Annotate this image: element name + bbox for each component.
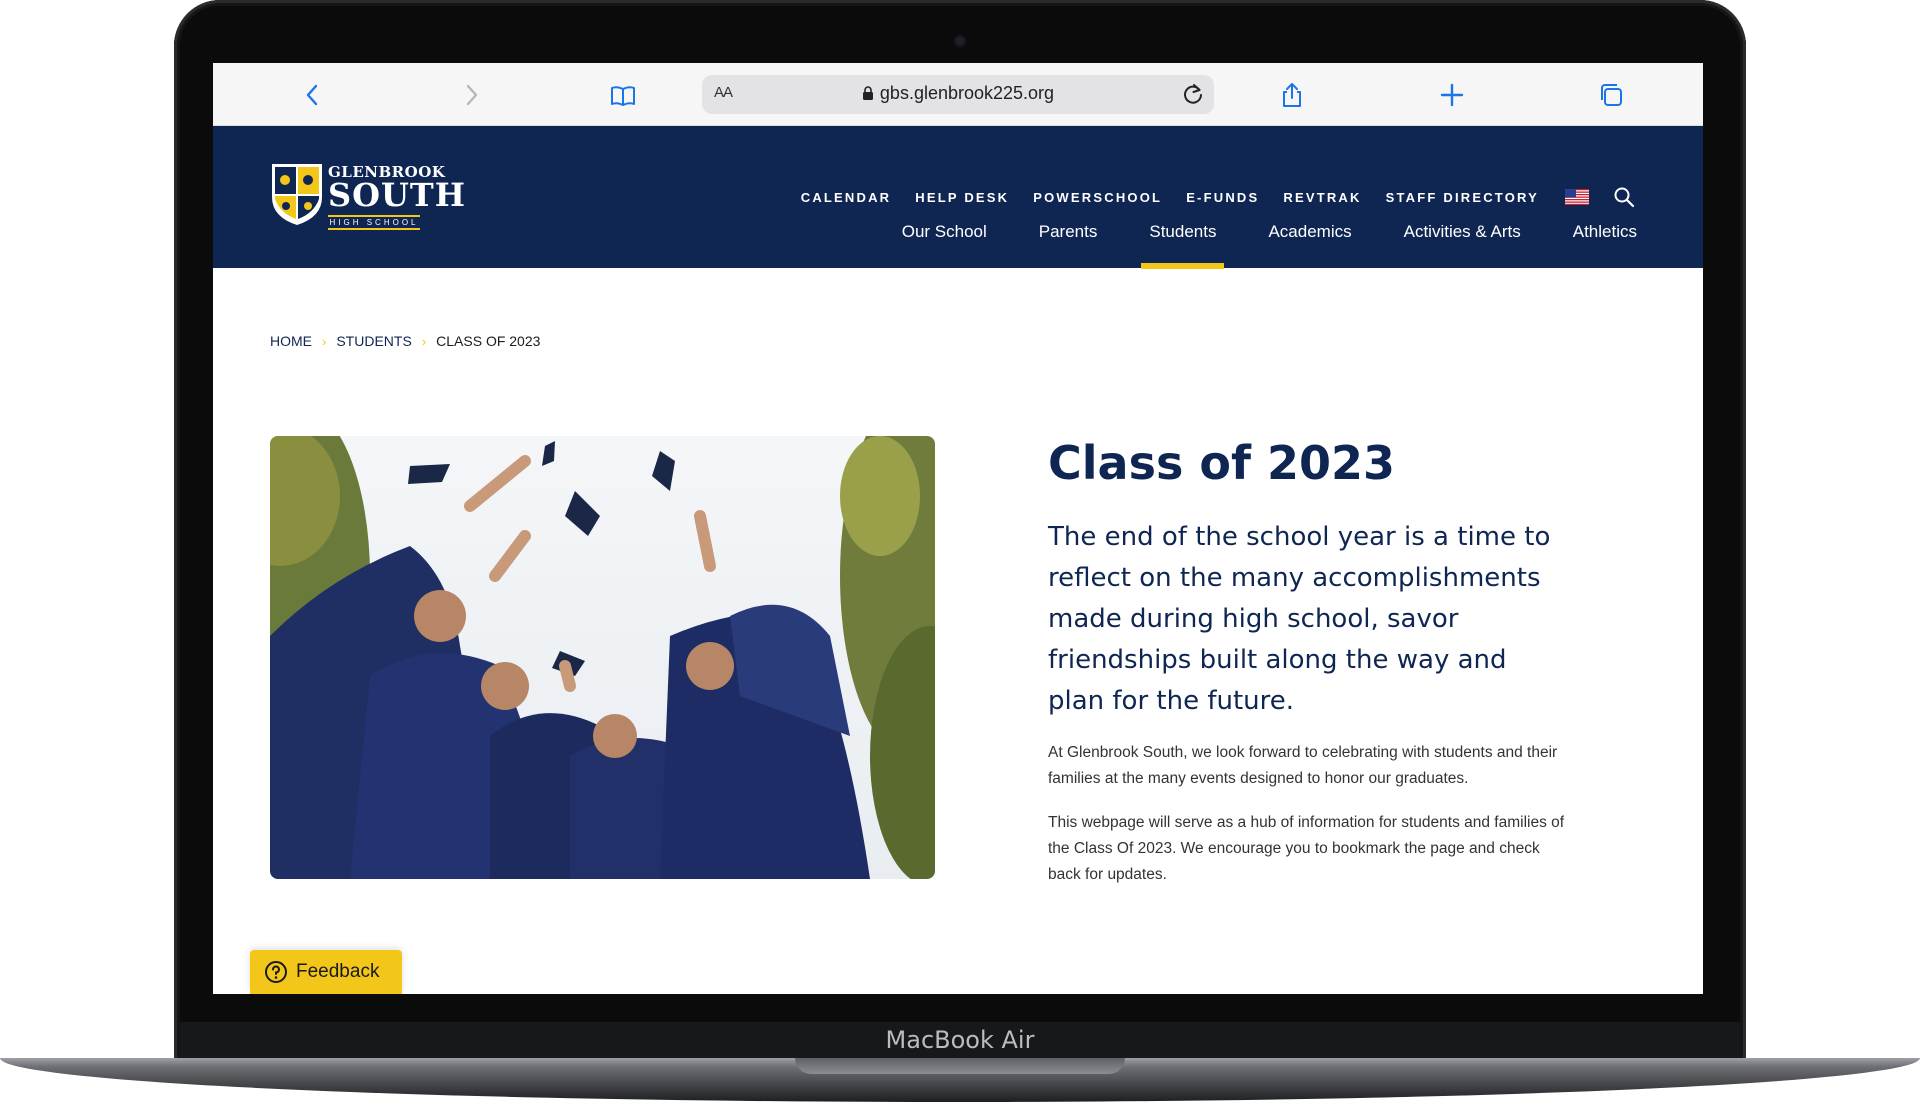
new-tab-icon[interactable]	[1434, 77, 1470, 113]
chevron-right-icon: ›	[421, 333, 427, 349]
breadcrumb-students[interactable]: STUDENTS	[336, 333, 411, 349]
nav-item-academics[interactable]: Academics	[1268, 222, 1351, 250]
bookmarks-icon[interactable]	[605, 77, 641, 113]
util-link-calendar[interactable]: CALENDAR	[801, 190, 892, 205]
feedback-label: Feedback	[296, 961, 380, 982]
shield-icon	[272, 164, 322, 225]
site-header: GLENBROOK SOUTH HIGH SCHOOL CALENDAR HEL…	[213, 126, 1703, 269]
school-logo[interactable]: GLENBROOK SOUTH HIGH SCHOOL	[270, 161, 465, 231]
back-icon[interactable]	[295, 77, 331, 113]
body-paragraph: This webpage will serve as a hub of info…	[1048, 814, 1565, 883]
reload-icon[interactable]	[1180, 81, 1206, 107]
screen: AA gbs.glenbrook225.org GLENBROOK SOUTH …	[213, 63, 1703, 994]
main-nav: Our School Parents Students Academics Ac…	[850, 222, 1637, 269]
nav-item-our-school[interactable]: Our School	[902, 222, 987, 250]
feedback-button[interactable]: Feedback	[250, 950, 402, 994]
address-bar[interactable]: AA gbs.glenbrook225.org	[702, 75, 1214, 114]
breadcrumb: HOME › STUDENTS › CLASS OF 2023	[270, 333, 540, 349]
logo-wordmark-sub: HIGH SCHOOL	[328, 215, 420, 230]
util-link-powerschool[interactable]: POWERSCHOOL	[1033, 190, 1162, 205]
us-flag-icon[interactable]	[1565, 189, 1589, 205]
forward-icon[interactable]	[453, 77, 489, 113]
util-link-help-desk[interactable]: HELP DESK	[915, 190, 1009, 205]
share-icon[interactable]	[1274, 77, 1310, 113]
util-link-revtrak[interactable]: REVTRAK	[1283, 190, 1361, 205]
util-link-e-funds[interactable]: E-FUNDS	[1186, 190, 1259, 205]
page-title: Class of 2023	[1048, 436, 1395, 490]
nav-item-students[interactable]: Students	[1141, 222, 1225, 269]
lock-icon	[862, 86, 873, 100]
util-link-staff-directory[interactable]: STAFF DIRECTORY	[1386, 190, 1539, 205]
breadcrumb-current: CLASS OF 2023	[436, 333, 541, 349]
article: Class of 2023 The end of the school year…	[1048, 435, 1568, 888]
logo-wordmark-main: SOUTH	[328, 176, 466, 214]
device-label: MacBook Air	[885, 1026, 1035, 1054]
search-icon[interactable]	[1613, 186, 1635, 208]
breadcrumb-home[interactable]: HOME	[270, 333, 312, 349]
tabs-icon[interactable]	[1593, 77, 1629, 113]
chevron-right-icon: ›	[322, 333, 327, 349]
laptop-frame: AA gbs.glenbrook225.org GLENBROOK SOUTH …	[0, 0, 1920, 1102]
url-text: gbs.glenbrook225.org	[879, 83, 1055, 103]
body-paragraph: At Glenbrook South, we look forward to c…	[1048, 744, 1558, 787]
nav-item-parents[interactable]: Parents	[1039, 222, 1098, 250]
nav-item-activities-arts[interactable]: Activities & Arts	[1404, 222, 1521, 250]
laptop-notch	[795, 1058, 1125, 1074]
utility-nav: CALENDAR HELP DESK POWERSCHOOL E-FUNDS R…	[777, 186, 1635, 208]
help-circle-icon	[265, 961, 287, 983]
graduation-photo	[270, 436, 935, 879]
lead-paragraph: The end of the school year is a time to …	[1048, 522, 1551, 716]
browser-toolbar: AA gbs.glenbrook225.org	[213, 63, 1703, 126]
camera-icon	[955, 36, 965, 46]
nav-item-athletics[interactable]: Athletics	[1573, 222, 1637, 250]
